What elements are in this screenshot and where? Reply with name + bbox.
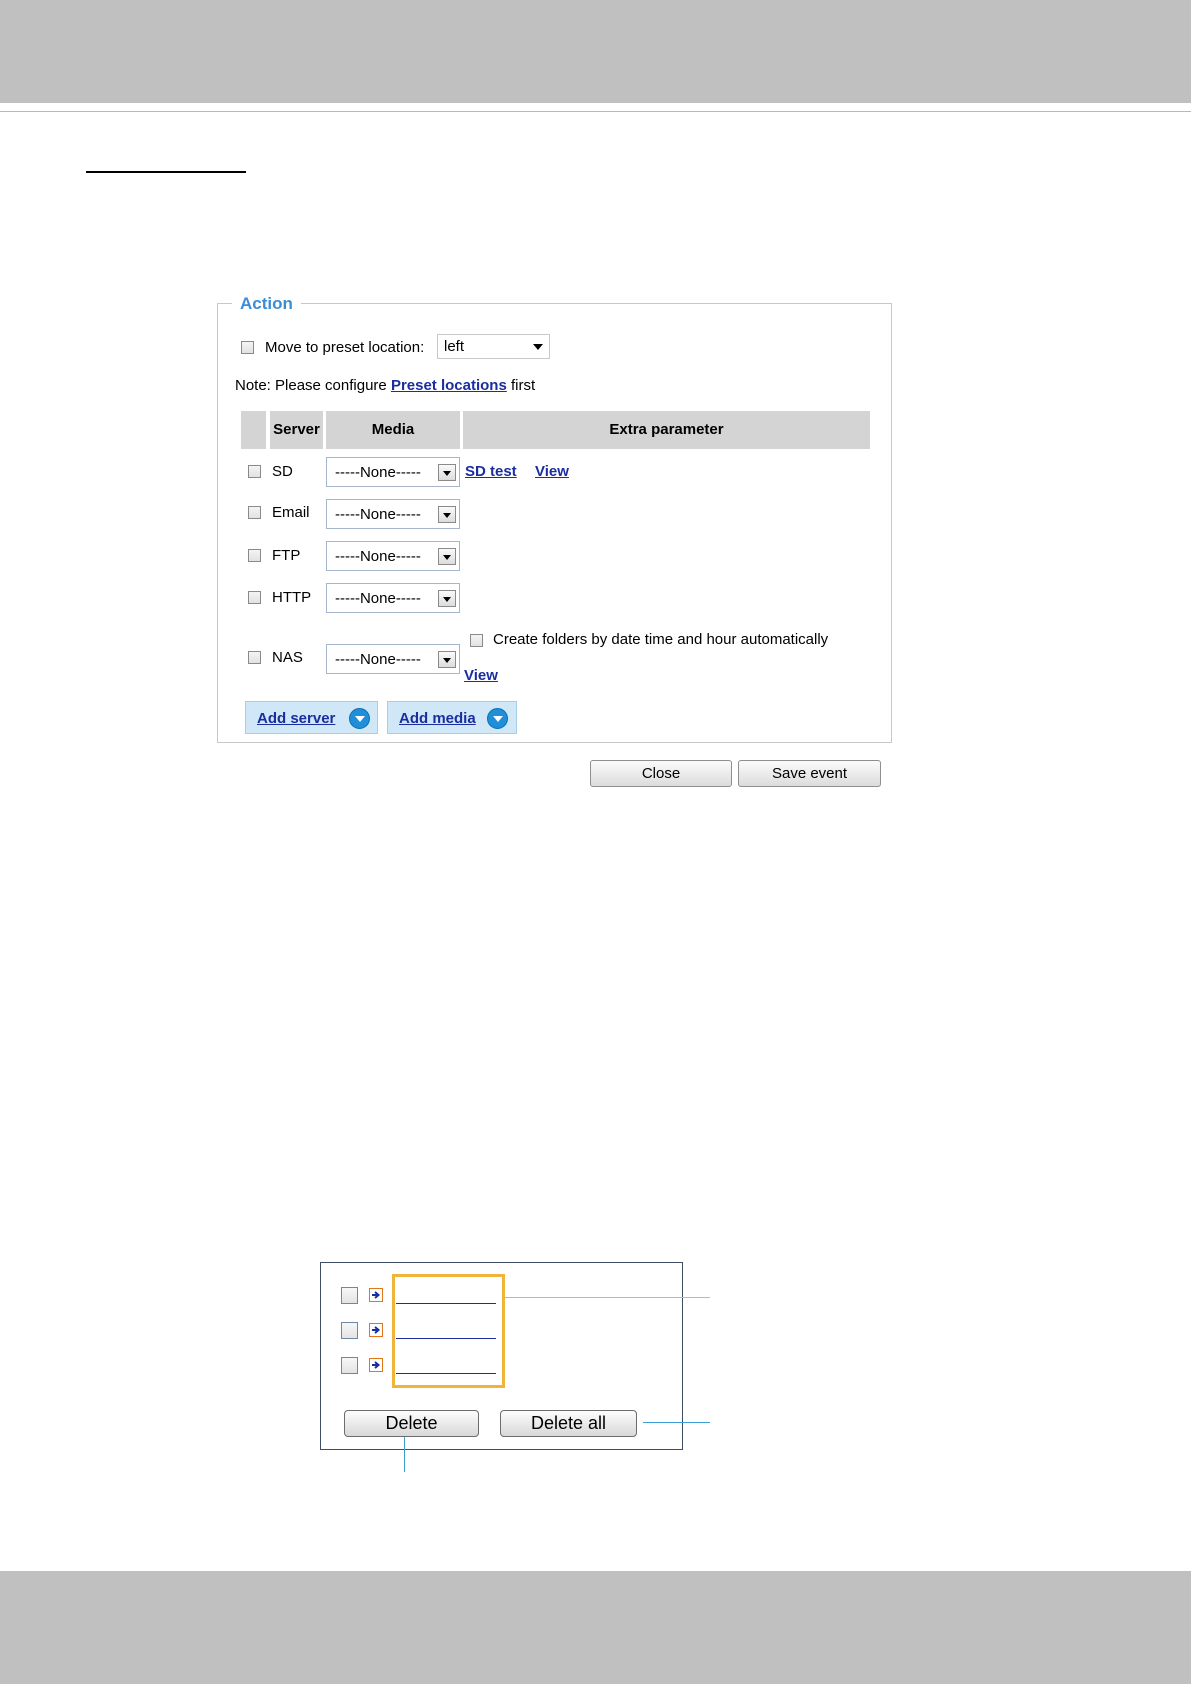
add-media-label: Add media: [399, 710, 476, 727]
dropdown-button-icon[interactable]: [438, 464, 456, 481]
media-select-email[interactable]: -----None-----: [326, 499, 460, 529]
delete-button[interactable]: Delete: [344, 1410, 479, 1437]
nas-view-link[interactable]: View: [464, 667, 498, 684]
arrow-right-icon[interactable]: [369, 1323, 383, 1337]
preset-locations-link[interactable]: Preset locations: [391, 377, 507, 394]
save-event-button[interactable]: Save event: [738, 760, 881, 787]
media-select-value: -----None-----: [335, 464, 421, 481]
dropdown-button-icon[interactable]: [438, 651, 456, 668]
note-prefix: Note: Please configure: [235, 377, 391, 394]
dropdown-button-icon[interactable]: [438, 548, 456, 565]
file-checkbox[interactable]: [341, 1287, 358, 1304]
create-folders-label: Create folders by date time and hour aut…: [493, 631, 829, 648]
action-legend: Action: [232, 294, 301, 314]
expand-down-icon: [487, 708, 508, 729]
expand-down-icon: [349, 708, 370, 729]
server-checkbox-sd[interactable]: [248, 465, 261, 478]
media-select-sd[interactable]: -----None-----: [326, 457, 460, 487]
section-heading-underline: [86, 171, 246, 173]
server-label-nas: NAS: [272, 649, 303, 666]
table-header-select: [241, 411, 266, 449]
media-select-value: -----None-----: [335, 651, 421, 668]
preset-note: Note: Please configure Preset locations …: [235, 377, 535, 394]
table-header-extra: Extra parameter: [463, 411, 870, 449]
server-label-ftp: FTP: [272, 547, 301, 564]
media-select-ftp[interactable]: -----None-----: [326, 541, 460, 571]
page-header-band: [0, 0, 1191, 103]
file-names-highlight: [392, 1274, 505, 1388]
note-suffix: first: [506, 377, 536, 394]
move-preset-checkbox[interactable]: [241, 341, 254, 354]
close-button[interactable]: Close: [590, 760, 732, 787]
preset-location-value: left: [444, 338, 465, 355]
server-checkbox-nas[interactable]: [248, 651, 261, 664]
server-checkbox-http[interactable]: [248, 591, 261, 604]
sd-view-link[interactable]: View: [535, 463, 569, 480]
add-server-label: Add server: [257, 710, 336, 727]
server-label-http: HTTP: [272, 589, 312, 606]
delete-callout-line: [404, 1437, 405, 1472]
dropdown-button-icon[interactable]: [438, 506, 456, 523]
media-select-http[interactable]: -----None-----: [326, 583, 460, 613]
delete-all-callout-line: [643, 1422, 710, 1423]
dropdown-button-icon[interactable]: [438, 590, 456, 607]
media-select-nas[interactable]: -----None-----: [326, 644, 460, 674]
page-footer-band: [0, 1571, 1191, 1684]
server-label-sd: SD: [272, 463, 293, 480]
server-checkbox-email[interactable]: [248, 506, 261, 519]
server-checkbox-ftp[interactable]: [248, 549, 261, 562]
arrow-right-icon[interactable]: [369, 1358, 383, 1372]
table-header-media: Media: [326, 411, 460, 449]
dropdown-arrow-icon: [533, 344, 543, 350]
highlight-callout-line: [505, 1297, 710, 1298]
create-folders-checkbox[interactable]: [470, 634, 483, 647]
add-server-button[interactable]: Add server: [245, 701, 378, 734]
server-label-email: Email: [272, 504, 310, 521]
delete-all-button[interactable]: Delete all: [500, 1410, 637, 1437]
arrow-right-icon[interactable]: [369, 1288, 383, 1302]
add-media-button[interactable]: Add media: [387, 701, 517, 734]
preset-location-select[interactable]: left: [437, 334, 550, 359]
file-checkbox[interactable]: [341, 1322, 358, 1339]
file-checkbox[interactable]: [341, 1357, 358, 1374]
action-fieldset: [217, 303, 892, 743]
table-header-server: Server: [270, 411, 323, 449]
media-select-value: -----None-----: [335, 548, 421, 565]
header-rule: [0, 111, 1191, 112]
media-select-value: -----None-----: [335, 506, 421, 523]
sd-test-link[interactable]: SD test: [465, 463, 517, 480]
move-preset-label: Move to preset location:: [265, 339, 425, 356]
media-select-value: -----None-----: [335, 590, 421, 607]
